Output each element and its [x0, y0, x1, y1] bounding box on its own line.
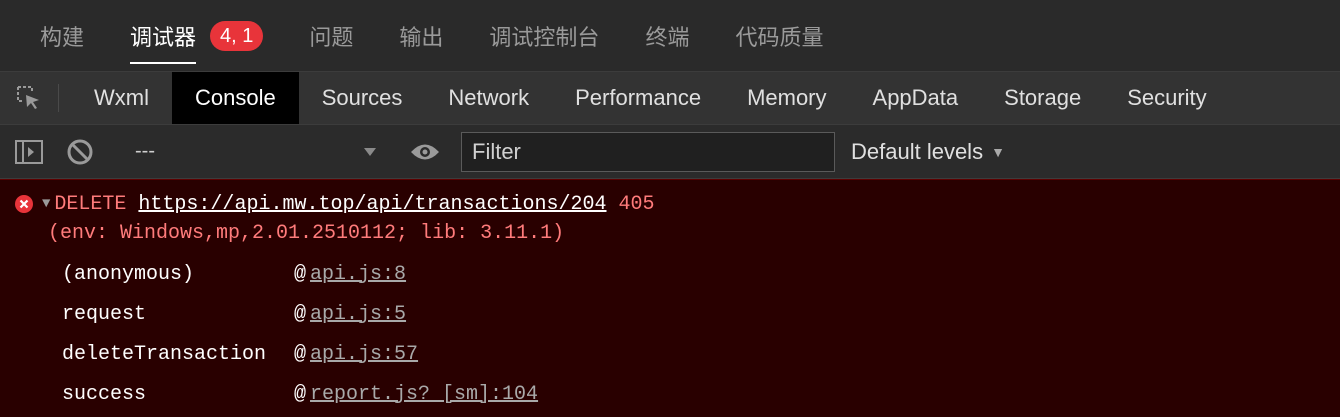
console-output: ▼ DELETE https://api.mw.top/api/transact… — [0, 179, 1340, 417]
stack-function: (anonymous) — [62, 262, 195, 286]
http-status: 405 — [618, 192, 655, 216]
stack-function: success — [62, 382, 147, 406]
stack-frame: (anonymous) @ api.js:8 — [0, 254, 1340, 294]
source-link[interactable]: api.js:5 — [310, 303, 406, 326]
inspect-element-button[interactable] — [0, 72, 58, 124]
top-tab-bar: 构建 调试器 4, 1 问题 输出 调试控制台 终端 代码质量 — [0, 0, 1340, 71]
live-expression-button[interactable] — [396, 125, 454, 178]
tab-wxml[interactable]: Wxml — [71, 72, 172, 124]
divider — [58, 84, 59, 112]
http-method: DELETE — [54, 192, 127, 216]
block-icon — [67, 139, 93, 164]
stack-function: deleteTransaction — [62, 342, 267, 366]
tab-build[interactable]: 构建 — [40, 20, 84, 52]
sidebar-toggle-icon — [15, 139, 43, 164]
env-info: (env: Windows,mp,2.01.2510112; lib: 3.11… — [48, 221, 565, 245]
expand-triangle-icon[interactable]: ▼ — [42, 196, 50, 212]
error-message[interactable]: ▼ DELETE https://api.mw.top/api/transact… — [0, 190, 1340, 218]
tab-debugger[interactable]: 调试器 4, 1 — [130, 20, 264, 64]
tab-memory[interactable]: Memory — [724, 72, 849, 124]
at-symbol: @ — [294, 342, 307, 366]
context-value: --- — [135, 140, 155, 162]
tab-terminal[interactable]: 终端 — [645, 20, 689, 52]
error-count-badge: 4, 1 — [210, 20, 264, 51]
stack-frame: request @ api.js:5 — [0, 294, 1340, 334]
stack-frame: success @ report.js? [sm]:104 — [0, 374, 1340, 414]
tab-debugger-label: 调试器 — [130, 20, 197, 64]
tab-sources[interactable]: Sources — [299, 72, 426, 124]
source-link[interactable]: report.js? [sm]:104 — [310, 383, 538, 406]
source-link[interactable]: api.js:57 — [310, 343, 418, 366]
tab-console[interactable]: Console — [171, 72, 299, 124]
error-icon — [14, 194, 34, 214]
filter-input[interactable] — [470, 137, 834, 166]
request-url-link[interactable]: https://api.mw.top/api/transactions/204 — [138, 193, 606, 216]
toggle-sidebar-button[interactable] — [0, 125, 58, 178]
at-symbol: @ — [294, 382, 307, 406]
tab-appdata[interactable]: AppData — [850, 72, 982, 124]
tab-output[interactable]: 输出 — [399, 20, 443, 52]
filter-box[interactable] — [461, 131, 835, 172]
tab-debug-console[interactable]: 调试控制台 — [489, 20, 599, 52]
stack-frame: deleteTransaction @ api.js:57 — [0, 334, 1340, 374]
log-levels-dropdown[interactable]: Default levels ▼ — [851, 139, 1005, 165]
inspect-cursor-icon — [17, 86, 39, 109]
tab-problems[interactable]: 问题 — [309, 20, 353, 52]
tab-security[interactable]: Security — [1104, 72, 1229, 124]
caret-down-icon — [364, 147, 376, 156]
console-toolbar: --- Default levels ▼ — [0, 125, 1340, 179]
at-symbol: @ — [294, 302, 307, 326]
stack-trace: (anonymous) @ api.js:8 request @ api.js:… — [0, 254, 1340, 414]
eye-icon — [411, 144, 439, 159]
caret-down-icon: ▼ — [991, 143, 1005, 160]
source-link[interactable]: api.js:8 — [310, 263, 406, 286]
tab-network[interactable]: Network — [425, 72, 552, 124]
context-selector[interactable]: --- — [115, 140, 395, 163]
stack-function: request — [62, 302, 147, 326]
tab-storage[interactable]: Storage — [981, 72, 1104, 124]
tab-performance[interactable]: Performance — [552, 72, 724, 124]
tab-code-quality[interactable]: 代码质量 — [735, 20, 823, 52]
clear-console-button[interactable] — [58, 125, 102, 178]
log-levels-label: Default levels — [851, 138, 984, 164]
devtools-tab-bar: Wxml Console Sources Network Performance… — [0, 71, 1340, 125]
at-symbol: @ — [294, 262, 307, 286]
